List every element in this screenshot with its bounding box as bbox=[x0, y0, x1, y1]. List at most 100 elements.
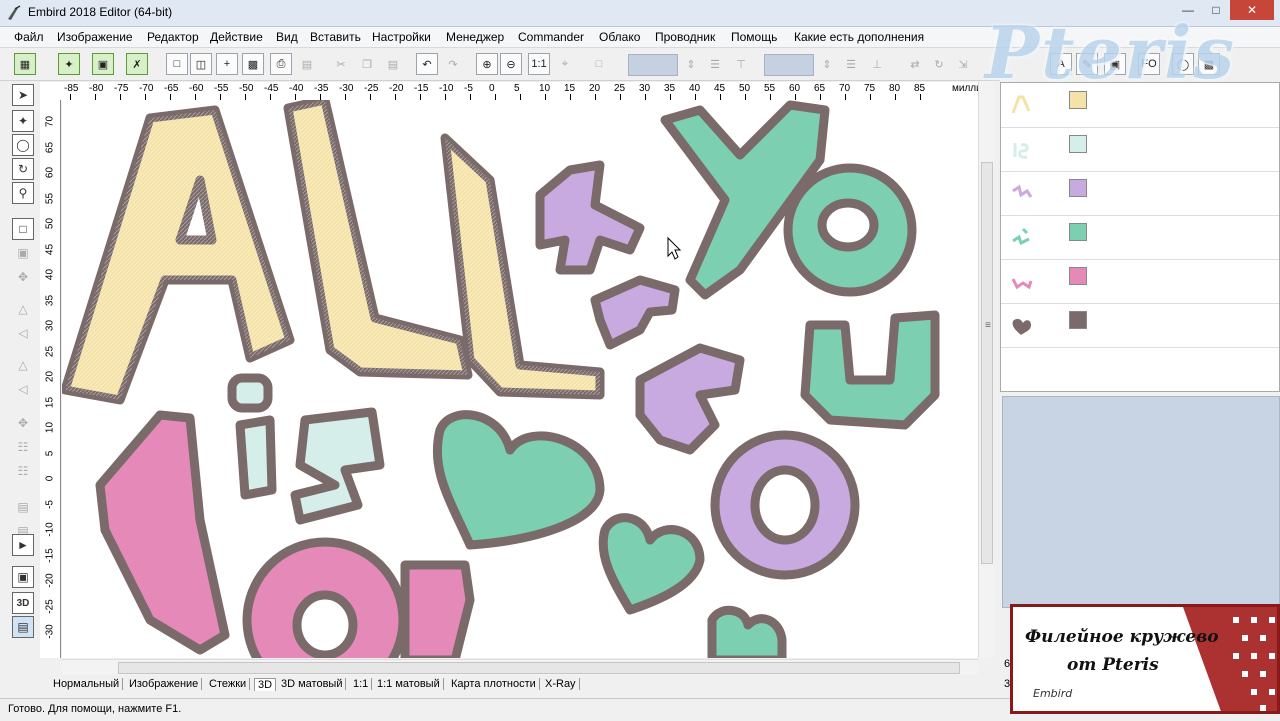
ruler-tick-label: 20 bbox=[589, 83, 601, 94]
align-top-icon[interactable]: ⊤ bbox=[730, 53, 752, 75]
lasso-select-icon[interactable]: ◯ bbox=[12, 134, 34, 156]
letter-v-pink bbox=[400, 560, 475, 658]
ruler-tick-label: 25 bbox=[44, 345, 56, 357]
vertical-scroll-thumb[interactable] bbox=[981, 162, 993, 564]
ruler-tick-label: -65 bbox=[164, 83, 179, 94]
color-row[interactable] bbox=[1001, 303, 1279, 348]
ruler-tick-label: 40 bbox=[44, 268, 56, 281]
camera-icon[interactable]: ▣ bbox=[92, 53, 114, 75]
mirror-icon[interactable]: ⇄ bbox=[904, 53, 926, 75]
cut-stitch-icon[interactable]: ✗ bbox=[126, 53, 148, 75]
ruler-tick-label: -10 bbox=[439, 83, 454, 94]
open-folder-icon[interactable]: ◫ bbox=[190, 53, 212, 75]
horizontal-scrollbar[interactable] bbox=[62, 659, 978, 675]
menu-editor[interactable]: Редактор bbox=[147, 30, 199, 44]
menu-action[interactable]: Действие bbox=[210, 30, 263, 44]
design-canvas[interactable] bbox=[62, 100, 978, 658]
insert-file-icon[interactable]: + bbox=[216, 53, 238, 75]
menu-image[interactable]: Изображение bbox=[57, 30, 133, 44]
tab-normal[interactable]: Нормальный bbox=[50, 678, 124, 690]
letter-u bbox=[800, 310, 940, 430]
flip-horizontal-icon[interactable]: ◁ bbox=[12, 322, 34, 344]
save-icon[interactable]: ▩ bbox=[242, 53, 264, 75]
select-arrow-icon[interactable]: ➤ bbox=[12, 84, 34, 106]
menu-view[interactable]: Вид bbox=[276, 30, 298, 44]
width-field[interactable] bbox=[628, 54, 678, 76]
ruler-tick-label: 50 bbox=[739, 83, 751, 94]
rotate-tool-icon[interactable]: ↻ bbox=[12, 158, 34, 180]
zoom-1to1-icon[interactable]: 1:1 bbox=[528, 53, 550, 75]
menu-commander[interactable]: Commander bbox=[518, 30, 584, 44]
3d-view-icon[interactable]: 3D bbox=[12, 592, 34, 614]
menu-file[interactable]: Файл bbox=[14, 30, 44, 44]
tab-1to1-matte[interactable]: 1:1 матовый bbox=[374, 678, 444, 690]
manager-icon[interactable]: ▦ bbox=[14, 53, 36, 75]
width-stepper-icon[interactable]: ⇕ bbox=[680, 53, 702, 75]
skew-horizontal-icon[interactable]: ◁ bbox=[12, 378, 34, 400]
hoop-icon[interactable]: ▤ bbox=[12, 496, 34, 518]
tab-density-map[interactable]: Карта плотности bbox=[448, 678, 540, 690]
ruler-tick-label: 55 bbox=[44, 192, 56, 204]
rect-select-icon[interactable]: □ bbox=[12, 218, 34, 240]
object-thumbnail-icon bbox=[1011, 95, 1031, 114]
flip-vertical-icon[interactable]: △ bbox=[12, 298, 34, 320]
zoom-fit-icon[interactable]: ⌖ bbox=[554, 53, 576, 75]
center-icon[interactable]: ✥ bbox=[12, 412, 34, 434]
tab-image[interactable]: Изображение bbox=[126, 678, 203, 690]
paste-icon[interactable]: ▤ bbox=[382, 53, 404, 75]
color-row[interactable] bbox=[1001, 171, 1279, 216]
hoop-view-icon[interactable]: ▤ bbox=[12, 616, 34, 638]
stop-icon[interactable]: □ bbox=[588, 53, 610, 75]
align-center-icon[interactable]: ☰ bbox=[704, 53, 726, 75]
menu-explorer[interactable]: Проводник bbox=[655, 30, 715, 44]
print-icon[interactable]: ⎙ bbox=[270, 53, 292, 75]
rotate-icon[interactable]: ↻ bbox=[928, 53, 950, 75]
align-bottom-icon[interactable]: ⊥ bbox=[866, 53, 888, 75]
redo-icon[interactable]: ↷ bbox=[442, 53, 464, 75]
skew-icon[interactable]: △ bbox=[12, 354, 34, 376]
color-row[interactable] bbox=[1001, 259, 1279, 304]
vertical-scrollbar[interactable] bbox=[978, 82, 994, 658]
align-horizontal-icon[interactable]: ☷ bbox=[12, 460, 34, 482]
scale-icon[interactable]: ⇲ bbox=[952, 53, 974, 75]
menu-insert[interactable]: Вставить bbox=[310, 30, 361, 44]
tab-3d[interactable]: 3D bbox=[254, 678, 277, 691]
color-row[interactable] bbox=[1001, 127, 1279, 172]
zoom-in-icon[interactable]: ⊕ bbox=[476, 53, 498, 75]
scissors-icon[interactable]: ✂ bbox=[330, 53, 352, 75]
color-swatch bbox=[1069, 135, 1087, 153]
tab-xray[interactable]: X-Ray bbox=[542, 678, 580, 690]
menu-cloud[interactable]: Облако bbox=[599, 30, 640, 44]
height-stepper-icon[interactable]: ⇕ bbox=[816, 53, 838, 75]
ruler-tick-label: 40 bbox=[689, 83, 701, 94]
frame-icon[interactable]: ▣ bbox=[12, 566, 34, 588]
ruler-tick-label: 25 bbox=[614, 83, 626, 94]
zoom-out-icon[interactable]: ⊖ bbox=[500, 53, 522, 75]
stitch-player-icon[interactable]: ► bbox=[12, 534, 34, 556]
distribute-icon[interactable]: ☰ bbox=[840, 53, 862, 75]
export-icon[interactable]: ▤ bbox=[296, 53, 318, 75]
magic-wand-icon[interactable]: ✦ bbox=[58, 53, 80, 75]
move-icon[interactable]: ✥ bbox=[12, 266, 34, 288]
align-vertical-icon[interactable]: ☷ bbox=[12, 436, 34, 458]
zoom-tool-icon[interactable]: ⚲ bbox=[12, 182, 34, 204]
tab-1to1[interactable]: 1:1 bbox=[350, 678, 373, 690]
horizontal-scroll-thumb[interactable] bbox=[118, 662, 960, 674]
copy-icon[interactable]: ❐ bbox=[356, 53, 378, 75]
menu-manager[interactable]: Менеджер bbox=[446, 30, 504, 44]
height-field[interactable] bbox=[764, 54, 814, 76]
undo-icon[interactable]: ↶ bbox=[416, 53, 438, 75]
menu-help[interactable]: Помощь bbox=[731, 30, 777, 44]
tab-stitches[interactable]: Стежки bbox=[206, 678, 251, 690]
menu-settings[interactable]: Настройки bbox=[372, 30, 431, 44]
new-file-icon[interactable]: □ bbox=[166, 53, 188, 75]
close-button[interactable]: ✕ bbox=[1230, 0, 1274, 20]
ruler-unit-label: миллим bbox=[952, 83, 978, 94]
object-thumbnail-icon bbox=[1011, 278, 1033, 290]
panel-splitter-icon[interactable]: ≡ bbox=[985, 320, 991, 331]
resize-icon[interactable]: ▣ bbox=[12, 242, 34, 264]
node-edit-icon[interactable]: ✦ bbox=[12, 110, 34, 132]
tab-3d-matte[interactable]: 3D матовый bbox=[278, 678, 347, 690]
menu-addons[interactable]: Какие есть дополнения bbox=[794, 30, 924, 44]
color-row[interactable] bbox=[1001, 215, 1279, 260]
